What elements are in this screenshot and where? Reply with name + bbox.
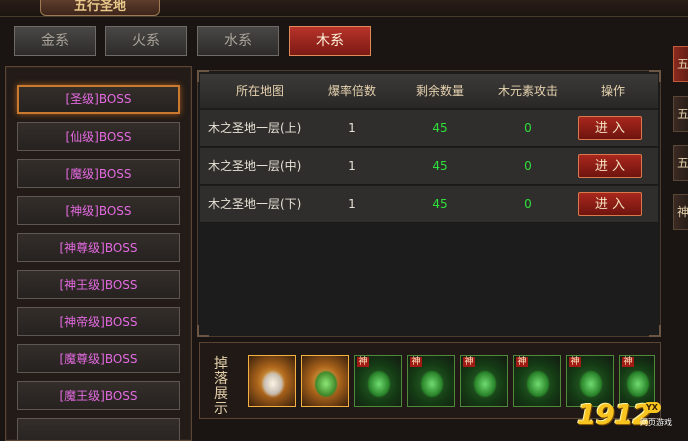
header-action: 操作 [600, 84, 625, 98]
frame-corner [649, 325, 661, 337]
tab-fire[interactable]: 火系 [105, 26, 187, 56]
drop-multiplier: 1 [348, 159, 356, 173]
frame-corner [197, 325, 209, 337]
table-row: 木之圣地一层(中) 1 45 0 进 入 [200, 148, 658, 185]
drop-multiplier: 1 [348, 197, 356, 211]
side-tab-1[interactable]: 五 [673, 46, 688, 82]
god-bracer-icon[interactable]: 神 [513, 355, 561, 407]
boss-level-sheng[interactable]: [圣级]BOSS [17, 85, 180, 114]
enter-button[interactable]: 进 入 [578, 192, 642, 216]
table-row: 木之圣地一层(下) 1 45 0 进 入 [200, 186, 658, 223]
frame-corner [197, 70, 209, 82]
logo-subtitle: 网页游戏 [640, 418, 672, 427]
enter-button[interactable]: 进 入 [578, 116, 642, 140]
boss-level-shenwang[interactable]: [神王级]BOSS [17, 270, 180, 299]
drop-showcase-label: 掉落展示 [210, 357, 232, 417]
item-rank-badge: 神 [622, 357, 634, 367]
boss-level-shendi[interactable]: [神帝级]BOSS [17, 307, 180, 336]
item-rank-badge: 神 [463, 357, 475, 367]
tab-wood[interactable]: 木系 [289, 26, 371, 56]
item-graphic [261, 370, 285, 398]
table-row: 木之圣地一层(上) 1 45 0 进 入 [200, 110, 658, 147]
boss-level-mo[interactable]: [魔级]BOSS [17, 159, 180, 188]
item-graphic [314, 370, 338, 398]
side-tab-3[interactable]: 五 [673, 145, 688, 181]
drop-showcase-label-char: 掉 [214, 356, 228, 372]
drop-showcase-label-char: 示 [214, 401, 228, 417]
wood-attack: 0 [524, 159, 532, 173]
item-graphic [420, 370, 444, 398]
header-map: 所在地图 [235, 84, 284, 98]
drop-multiplier: 1 [348, 121, 356, 135]
item-graphic [473, 370, 497, 398]
item-rank-badge: 神 [516, 357, 528, 367]
item-graphic [579, 370, 603, 398]
map-name: 木之圣地一层(上) [208, 121, 302, 135]
item-graphic [526, 370, 550, 398]
remaining-count: 45 [432, 159, 448, 173]
map-table: 所在地图 爆率倍数 剩余数量 木元素攻击 操作 木之圣地一层(上) 1 45 0… [197, 70, 661, 337]
side-tab-2[interactable]: 五 [673, 96, 688, 132]
boss-level-shenzun[interactable]: [神尊级]BOSS [17, 233, 180, 262]
wood-attack: 0 [524, 197, 532, 211]
header-multiplier: 爆率倍数 [327, 84, 376, 98]
tab-water[interactable]: 水系 [197, 26, 279, 56]
map-name: 木之圣地一层(中) [208, 159, 302, 173]
logo-badge: YX [643, 402, 661, 413]
remaining-count: 45 [432, 197, 448, 211]
drop-showcase-label-char: 展 [214, 386, 228, 402]
tab-metal[interactable]: 金系 [14, 26, 96, 56]
god-armor-icon[interactable]: 神 [354, 355, 402, 407]
item-rank-badge: 神 [410, 357, 422, 367]
side-tab-4[interactable]: 神 [673, 194, 688, 230]
window-title: 五行圣地 [40, 0, 160, 16]
boss-level-mowang[interactable]: [魔王级]BOSS [17, 381, 180, 410]
frame-corner [649, 70, 661, 82]
wood-attack: 0 [524, 121, 532, 135]
god-helmet-icon[interactable]: 神 [460, 355, 508, 407]
boss-level-xian[interactable]: [仙级]BOSS [17, 122, 180, 151]
remaining-count: 45 [432, 121, 448, 135]
header-remaining: 剩余数量 [415, 84, 464, 98]
boss-level-shen[interactable]: [神级]BOSS [17, 196, 180, 225]
taiji-token-icon[interactable] [248, 355, 296, 407]
boss-level-more[interactable] [17, 418, 180, 440]
map-name: 木之圣地一层(下) [208, 197, 302, 211]
item-rank-badge: 神 [569, 357, 581, 367]
item-rank-badge: 神 [357, 357, 369, 367]
table-header: 所在地图 爆率倍数 剩余数量 木元素攻击 操作 [200, 74, 658, 108]
drop-showcase-label-char: 落 [214, 371, 228, 387]
item-graphic [367, 370, 391, 398]
boss-level-mozun[interactable]: [魔尊级]BOSS [17, 344, 180, 373]
header-wood-attack: 木元素攻击 [497, 84, 558, 98]
green-gourd-icon[interactable] [301, 355, 349, 407]
enter-button[interactable]: 进 入 [578, 154, 642, 178]
item-graphic [626, 370, 650, 398]
god-weapon-icon[interactable]: 神 [407, 355, 455, 407]
boss-level-list: [圣级]BOSS [仙级]BOSS [魔级]BOSS [神级]BOSS [神尊级… [5, 66, 192, 441]
